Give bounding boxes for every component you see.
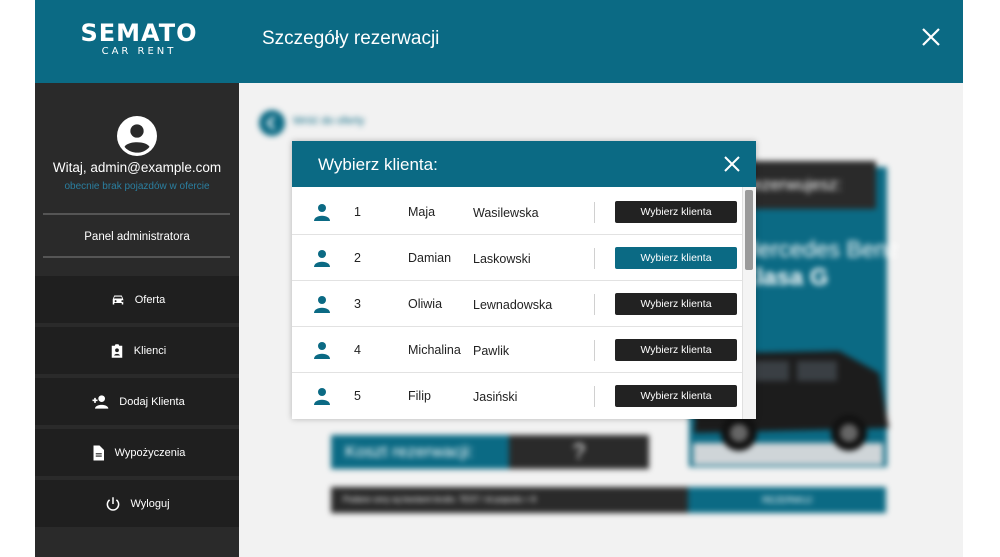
- logo-sub: CAR RENT: [101, 46, 177, 57]
- close-icon[interactable]: [723, 155, 741, 173]
- reserve-button[interactable]: REZERWUJ: [688, 487, 886, 513]
- divider: [594, 202, 595, 223]
- select-client-button[interactable]: Wybierz klienta: [615, 339, 737, 361]
- divider: [43, 213, 230, 215]
- client-id: 4: [354, 343, 361, 357]
- person-icon: [314, 296, 330, 313]
- client-row: 2 Damian Laskowski Wybierz klienta: [292, 235, 742, 281]
- client-id: 5: [354, 389, 361, 403]
- client-last-name: Jasiński: [473, 390, 518, 404]
- divider: [43, 256, 230, 258]
- select-client-modal: Wybierz klienta: 1 Maja Wasilewska Wybie…: [292, 141, 756, 419]
- page-title: Szczegóły rezerwacji: [262, 28, 440, 49]
- sidebar-item-clients[interactable]: Klienci: [35, 327, 239, 374]
- client-row: 5 Filip Jasiński Wybierz klienta: [292, 373, 742, 419]
- divider: [594, 248, 595, 269]
- sidebar-item-rentals[interactable]: Wypożyczenia: [35, 429, 239, 476]
- sidebar-item-label: Wyloguj: [130, 497, 170, 510]
- client-id: 3: [354, 297, 361, 311]
- scrollbar-thumb[interactable]: [745, 190, 753, 270]
- top-bar: SEMATO CAR RENT Szczegóły rezerwacji: [35, 0, 963, 83]
- cost-value: ?: [509, 435, 649, 469]
- id-badge-icon: [111, 343, 123, 358]
- person-icon: [314, 250, 330, 267]
- back-link[interactable]: Wróć do oferty: [293, 115, 364, 127]
- select-client-button[interactable]: Wybierz klienta: [615, 385, 737, 407]
- client-last-name: Pawlik: [473, 344, 510, 358]
- sidebar-item-add-client[interactable]: Dodaj Klienta: [35, 378, 239, 425]
- sidebar-item-offer[interactable]: Oferta: [35, 276, 239, 323]
- sidebar-item-label: Oferta: [134, 293, 166, 306]
- client-id: 2: [354, 251, 361, 265]
- client-last-name: Lewnadowska: [473, 298, 553, 312]
- person-icon: [314, 388, 330, 405]
- client-last-name: Laskowski: [473, 252, 531, 266]
- close-icon[interactable]: [919, 25, 943, 49]
- client-first-name: Filip: [408, 389, 431, 403]
- select-client-button[interactable]: Wybierz klienta: [615, 201, 737, 223]
- logo-main: SEMATO: [80, 19, 198, 47]
- divider: [594, 294, 595, 315]
- client-row: 3 Oliwia Lewnadowska Wybierz klienta: [292, 281, 742, 327]
- select-client-button[interactable]: Wybierz klienta: [615, 293, 737, 315]
- cost-label: Koszt rezerwacji:: [331, 435, 509, 469]
- chevron-left-icon: [266, 116, 275, 130]
- client-row: 1 Maja Wasilewska Wybierz klienta: [292, 189, 742, 235]
- sidebar: Witaj, admin@example.com obecnie brak po…: [35, 83, 239, 557]
- car-brand: Mercedes Benz: [739, 236, 899, 262]
- sidebar-item-label: Dodaj Klienta: [119, 395, 185, 408]
- client-last-name: Wasilewska: [473, 206, 539, 220]
- car-icon: [112, 295, 124, 304]
- modal-title: Wybierz klienta:: [318, 155, 438, 174]
- client-first-name: Oliwia: [408, 297, 443, 311]
- sidebar-item-label: Wypożyczenia: [114, 446, 186, 459]
- sidebar-item-logout[interactable]: Wyloguj: [35, 480, 239, 527]
- divider: [594, 386, 595, 407]
- price-note: Podane ceny są kwotami brutto. TEST / id…: [331, 487, 688, 513]
- client-row: 4 Michalina Pawlik Wybierz klienta: [292, 327, 742, 373]
- admin-panel-label: Panel administratora: [84, 231, 190, 243]
- sidebar-item-label: Klienci: [133, 344, 167, 357]
- power-icon: [107, 496, 120, 511]
- select-client-button[interactable]: Wybierz klienta: [615, 247, 737, 269]
- client-first-name: Damian: [408, 251, 452, 265]
- logo: SEMATO CAR RENT: [79, 20, 199, 58]
- person-icon: [314, 204, 330, 221]
- add-user-icon: [92, 394, 109, 409]
- no-cars-text: obecnie brak pojazdów w ofercie: [64, 181, 210, 192]
- car-name: Mercedes Benz Klasa G: [739, 235, 899, 292]
- person-icon: [314, 342, 330, 359]
- welcome-text: Witaj, admin@example.com: [52, 160, 222, 175]
- user-avatar-icon: [117, 116, 157, 156]
- client-first-name: Michalina: [408, 343, 461, 357]
- divider: [594, 340, 595, 361]
- modal-header: Wybierz klienta:: [292, 141, 756, 187]
- client-first-name: Maja: [408, 205, 436, 219]
- back-button[interactable]: [259, 110, 285, 136]
- client-id: 1: [354, 205, 361, 219]
- document-icon: [93, 445, 104, 460]
